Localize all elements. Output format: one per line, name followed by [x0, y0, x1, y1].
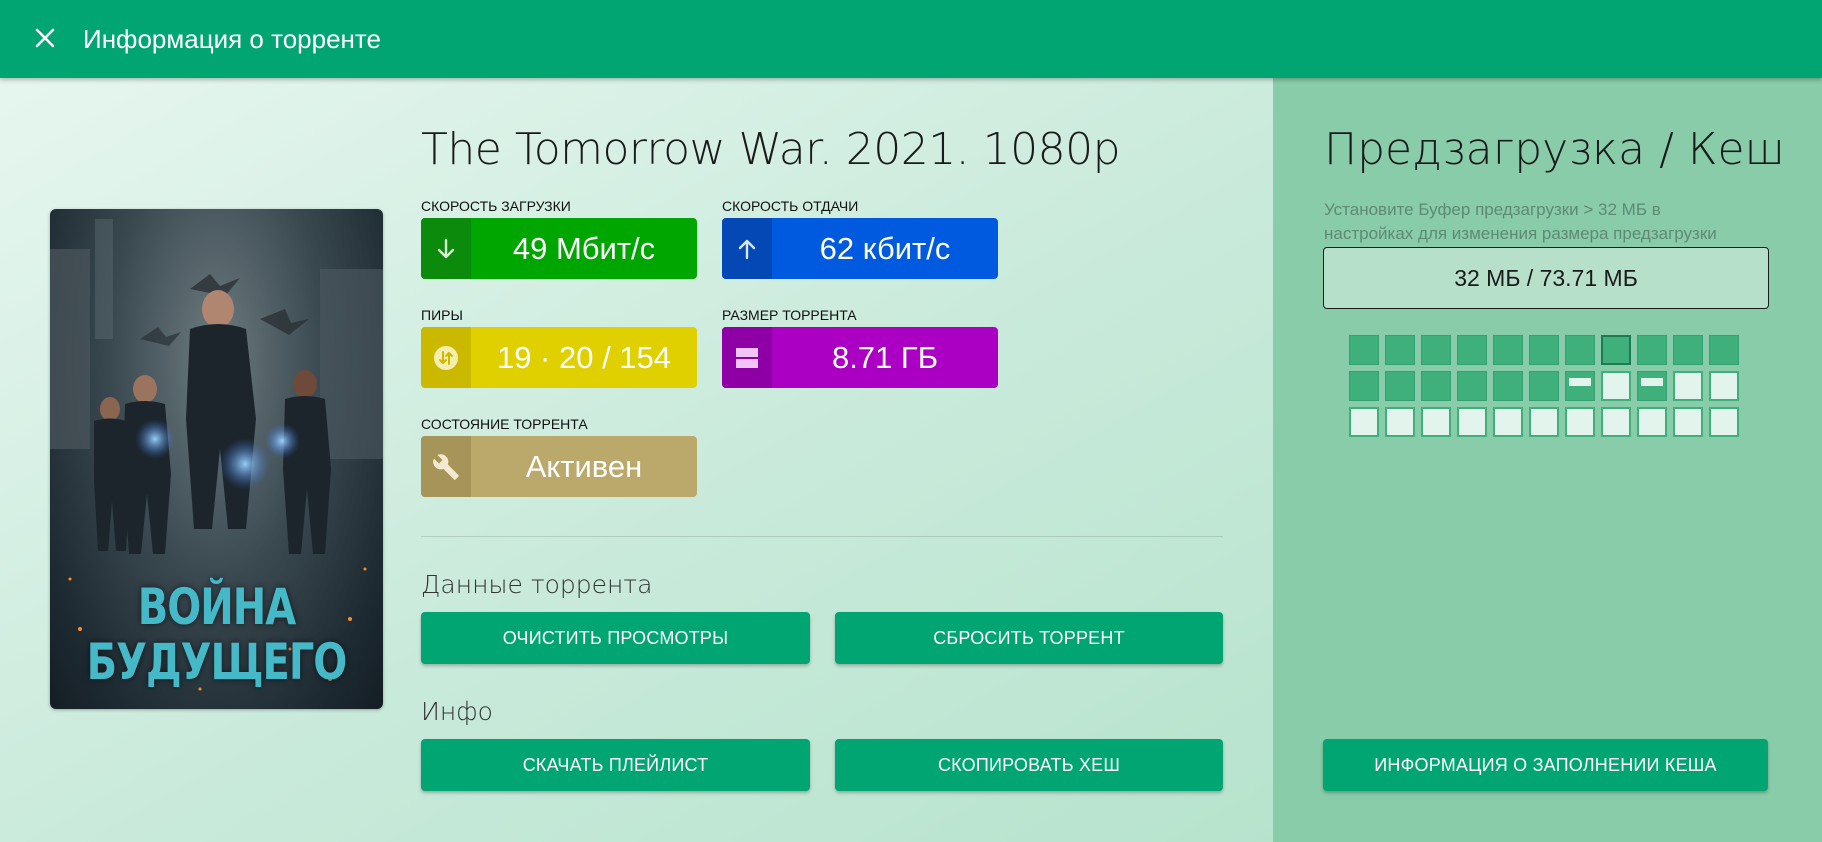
- storage-icon: [736, 347, 758, 368]
- download-speed-value: 49 Мбит/с: [512, 230, 656, 266]
- cache-piece[interactable]: [1565, 371, 1595, 401]
- cache-piece[interactable]: [1349, 407, 1379, 437]
- torrent-title: The Tomorrow War. 2021. 1080p: [421, 124, 1121, 175]
- peers-value: 19 · 20 / 154: [496, 339, 672, 375]
- cache-piece[interactable]: [1565, 407, 1595, 437]
- cache-piece[interactable]: [1385, 335, 1415, 365]
- cache-piece[interactable]: [1673, 407, 1703, 437]
- poster-title-line-1: ВОЙНА: [137, 578, 296, 637]
- torrent-size-box: 8.71 ГБ: [722, 327, 998, 388]
- cache-piece[interactable]: [1421, 407, 1451, 437]
- cache-piece[interactable]: [1493, 371, 1523, 401]
- cache-piece[interactable]: [1673, 371, 1703, 401]
- peers-icon-wrap: [421, 327, 471, 388]
- poster-title-line-2: БУДУЩЕГО: [86, 633, 348, 692]
- cache-piece[interactable]: [1349, 335, 1379, 365]
- cache-piece[interactable]: [1457, 335, 1487, 365]
- copy-hash-button[interactable]: Скопировать хеш: [835, 739, 1223, 791]
- arrow-up-icon: [738, 239, 756, 259]
- cache-pieces-grid: [1349, 335, 1739, 437]
- cache-piece[interactable]: [1457, 407, 1487, 437]
- cache-piece[interactable]: [1493, 407, 1523, 437]
- torrent-size-icon-wrap: [722, 327, 772, 388]
- cache-piece[interactable]: [1673, 335, 1703, 365]
- cache-piece[interactable]: [1385, 371, 1415, 401]
- torrent-size-label: Размер торрента: [722, 307, 857, 323]
- info-heading: Инфо: [421, 697, 493, 726]
- download-speed-label: Скорость загрузки: [421, 198, 571, 214]
- cache-piece[interactable]: [1349, 371, 1379, 401]
- clear-views-button[interactable]: Очистить просмотры: [421, 612, 810, 664]
- cache-piece[interactable]: [1601, 407, 1631, 437]
- download-speed-icon-wrap: [421, 218, 471, 279]
- cache-piece[interactable]: [1529, 371, 1559, 401]
- preload-hint-line-1: Установите Буфер предзагрузки > 32 МБ в: [1324, 200, 1661, 219]
- peers-label: Пиры: [421, 307, 463, 323]
- movie-poster: ВОЙНА БУДУЩЕГО: [50, 209, 383, 709]
- cache-size-indicator: 32 МБ / 73.71 МБ: [1323, 247, 1769, 309]
- cache-piece[interactable]: [1601, 335, 1631, 365]
- peers-icon: [434, 345, 458, 370]
- cache-piece[interactable]: [1637, 335, 1667, 365]
- upload-speed-box: 62 кбит/с: [722, 218, 998, 279]
- torrent-state-value: Активен: [525, 448, 643, 484]
- upload-speed-value: 62 кбит/с: [819, 230, 951, 266]
- torrent-data-heading: Данные торрента: [421, 570, 653, 599]
- close-button[interactable]: [30, 22, 60, 54]
- cache-piece[interactable]: [1529, 407, 1559, 437]
- cache-piece[interactable]: [1709, 371, 1739, 401]
- wrench-icon: [433, 453, 459, 480]
- section-divider: [421, 536, 1223, 537]
- preload-cache-panel: [1273, 78, 1822, 842]
- torrent-size-value: 8.71 ГБ: [831, 339, 939, 375]
- cache-piece[interactable]: [1529, 335, 1559, 365]
- cache-piece[interactable]: [1565, 335, 1595, 365]
- cache-piece[interactable]: [1709, 407, 1739, 437]
- torrent-state-label: Состояние торрента: [421, 416, 588, 432]
- close-icon: [35, 28, 55, 48]
- download-speed-box: 49 Мбит/с: [421, 218, 697, 279]
- cache-piece[interactable]: [1457, 371, 1487, 401]
- preload-title: Предзагрузка / Кеш: [1324, 124, 1785, 175]
- download-playlist-button[interactable]: Скачать плейлист: [421, 739, 810, 791]
- reset-torrent-button[interactable]: Сбросить торрент: [835, 612, 1223, 664]
- cache-piece[interactable]: [1385, 407, 1415, 437]
- preload-hint-line-2: настройках для изменения размера предзаг…: [1324, 224, 1717, 243]
- cache-piece[interactable]: [1601, 371, 1631, 401]
- dialog-title: Информация о торренте: [83, 24, 381, 54]
- arrow-down-icon: [437, 238, 455, 258]
- upload-speed-label: Скорость отдачи: [722, 198, 859, 214]
- cache-info-button[interactable]: Информация о заполнении кеша: [1323, 739, 1768, 791]
- cache-piece[interactable]: [1637, 407, 1667, 437]
- peers-box: 19 · 20 / 154: [421, 327, 697, 388]
- cache-piece[interactable]: [1637, 371, 1667, 401]
- app-header: Информация о торренте: [0, 0, 1822, 78]
- cache-piece[interactable]: [1421, 371, 1451, 401]
- preload-hint: Установите Буфер предзагрузки > 32 МБ в …: [1324, 198, 1774, 246]
- torrent-state-icon-wrap: [421, 436, 471, 497]
- cache-piece[interactable]: [1493, 335, 1523, 365]
- poster-title: ВОЙНА БУДУЩЕГО: [50, 580, 383, 690]
- cache-piece[interactable]: [1709, 335, 1739, 365]
- cache-piece[interactable]: [1421, 335, 1451, 365]
- torrent-state-box: Активен: [421, 436, 697, 497]
- upload-speed-icon-wrap: [722, 218, 772, 279]
